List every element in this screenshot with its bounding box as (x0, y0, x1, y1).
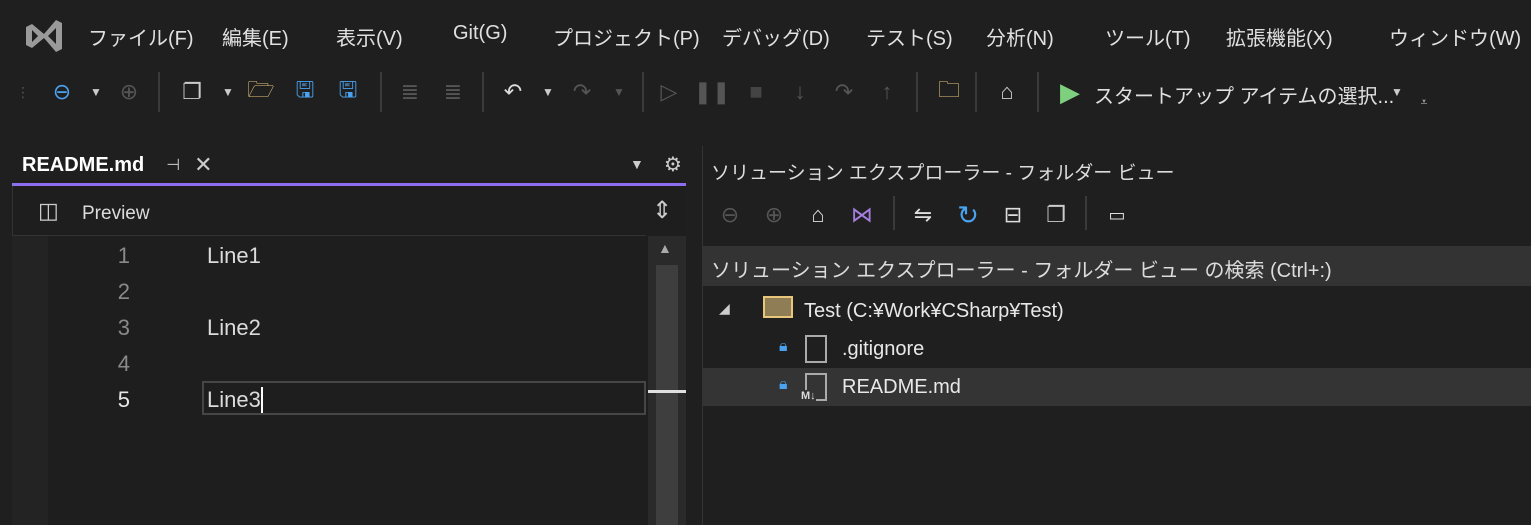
solution-search-input[interactable]: ソリューション エクスプローラー - フォルダー ビュー の検索 (Ctrl+:… (703, 246, 1531, 286)
undo-dropdown-icon[interactable]: ▼ (538, 72, 558, 112)
home-window-icon[interactable]: ⌂ (990, 72, 1024, 112)
menu-view[interactable]: 表示(V) (336, 22, 403, 51)
redo-icon[interactable]: ↷ (566, 72, 598, 112)
navigate-back-icon[interactable]: ⊖ (46, 72, 78, 112)
panel-title: ソリューション エクスプローラー - フォルダー ビュー (711, 163, 1175, 184)
preview-bar: ◫ Preview (12, 190, 646, 236)
lock-icon: 🔒︎ (779, 338, 788, 355)
scroll-up-icon[interactable]: ▲ (658, 240, 672, 256)
startup-dropdown-icon[interactable]: ▼ (1388, 72, 1406, 112)
menu-window[interactable]: ウィンドウ(W) (1389, 22, 1521, 51)
expand-arrow-icon[interactable]: ◢ (719, 300, 730, 317)
toolbar-grip-icon[interactable]: ⋮ (16, 72, 30, 112)
menu-project[interactable]: プロジェクト(P) (553, 22, 700, 51)
current-line-highlight (202, 381, 646, 415)
active-tab-indicator (12, 183, 686, 186)
code-line[interactable]: Line1 (207, 243, 261, 269)
line-number: 3 (117, 315, 130, 340)
line-number: 2 (117, 279, 130, 304)
menu-edit[interactable]: 編集(E) (222, 22, 289, 51)
open-folder-icon[interactable]: 🗁 (245, 72, 277, 112)
save-icon[interactable]: 🖫 (289, 72, 321, 112)
menu-git[interactable]: Git(G) (453, 22, 507, 45)
split-icon[interactable]: ⇕ (652, 196, 672, 225)
glyph-margin (12, 236, 48, 525)
scrollbar-thumb[interactable] (656, 265, 678, 525)
back-dropdown-icon[interactable]: ▼ (86, 72, 106, 112)
caret-position-marker (648, 390, 686, 393)
save-all-icon[interactable]: 🖫 (332, 72, 364, 112)
line-number: 1 (117, 243, 130, 268)
comment-icon[interactable]: ≣ (395, 72, 425, 112)
stop-icon[interactable]: ■ (742, 72, 770, 112)
lock-icon: 🔒︎ (779, 376, 788, 393)
visual-studio-logo-icon (26, 20, 62, 52)
navigate-forward-icon[interactable]: ⊕ (113, 72, 145, 112)
collapse-all-icon[interactable]: ⊟ (998, 200, 1028, 230)
home-icon[interactable]: ⌂ (803, 200, 833, 230)
find-in-folder-icon[interactable]: 🗀 (932, 72, 966, 112)
code-line[interactable]: Line2 (207, 315, 261, 341)
toolbar-overflow-icon[interactable]: ⩡ (1416, 82, 1432, 122)
menu-tools[interactable]: ツール(T) (1105, 22, 1191, 51)
tree-item-file[interactable]: 🔒︎ .gitignore (703, 330, 1531, 368)
step-out-icon[interactable]: ↑ (873, 72, 901, 112)
tree-item-label: Test (C:¥Work¥CSharp¥Test) (804, 300, 1064, 322)
step-over-icon[interactable]: ↷ (830, 72, 858, 112)
refresh-icon[interactable]: ↻ (953, 200, 983, 230)
line-number: 4 (117, 351, 130, 376)
step-into-icon[interactable]: ↓ (786, 72, 814, 112)
close-icon[interactable]: ✕ (194, 152, 212, 178)
gear-icon[interactable]: ⚙ (664, 152, 682, 177)
menu-file[interactable]: ファイル(F) (88, 22, 194, 51)
tab-readme[interactable]: README.md ⊣ ✕ (12, 146, 246, 184)
folder-icon (763, 296, 793, 318)
pause-icon[interactable]: ❚❚ (694, 72, 731, 112)
markdown-badge: M↓ (801, 390, 816, 402)
new-project-icon[interactable]: ❐ (175, 72, 209, 112)
switch-views-icon[interactable]: ⋈ (845, 200, 879, 230)
show-all-files-icon[interactable]: ❐ (1041, 200, 1071, 230)
sync-icon[interactable]: ⇋ (908, 200, 938, 230)
start-icon[interactable]: ▷ (655, 72, 683, 112)
code-line[interactable]: Line3 (207, 387, 263, 413)
menu-analyze[interactable]: 分析(N) (986, 22, 1054, 51)
menu-test[interactable]: テスト(S) (866, 22, 953, 51)
solution-explorer-toolbar: ⊖ ⊕ ⌂ ⋈ ⇋ ↻ ⊟ ❐ ▭ (703, 190, 1531, 240)
tree-item-file-selected[interactable]: 🔒︎ M↓ README.md (703, 368, 1531, 406)
play-icon[interactable]: ▶ (1056, 72, 1084, 112)
file-icon (805, 335, 827, 363)
undo-icon[interactable]: ↶ (497, 72, 529, 112)
menu-debug[interactable]: デバッグ(D) (722, 22, 830, 51)
forward-icon[interactable]: ⊕ (759, 200, 789, 230)
tab-list-dropdown-icon[interactable]: ▼ (630, 156, 644, 172)
menu-extensions[interactable]: 拡張機能(X) (1226, 22, 1333, 51)
preview-icon[interactable]: ◫ (38, 198, 59, 224)
tree-item-label: .gitignore (842, 338, 925, 360)
pin-icon[interactable]: ⊣ (166, 155, 180, 175)
uncomment-icon[interactable]: ≣ (438, 72, 468, 112)
new-dropdown-icon[interactable]: ▼ (218, 72, 238, 112)
tree-item-label: README.md (842, 376, 961, 398)
back-icon[interactable]: ⊖ (715, 200, 745, 230)
tree-item-root[interactable]: ◢ Test (C:¥Work¥CSharp¥Test) (703, 292, 1531, 330)
line-number: 5 (117, 387, 130, 412)
main-toolbar: ⋮ ⊖ ▼ ⊕ ❐ ▼ 🗁 🖫 🖫 ≣ ≣ ↶ ▼ ↷ ▼ ▷ ❚❚ ■ ↓ ↷… (0, 72, 1531, 112)
preview-button[interactable]: Preview (82, 203, 150, 225)
tab-title: README.md (22, 153, 145, 176)
startup-item-select[interactable]: スタートアップ アイテムの選択... (1094, 80, 1394, 109)
redo-dropdown-icon[interactable]: ▼ (609, 72, 629, 112)
preview-selected-icon[interactable]: ▭ (1099, 200, 1135, 230)
